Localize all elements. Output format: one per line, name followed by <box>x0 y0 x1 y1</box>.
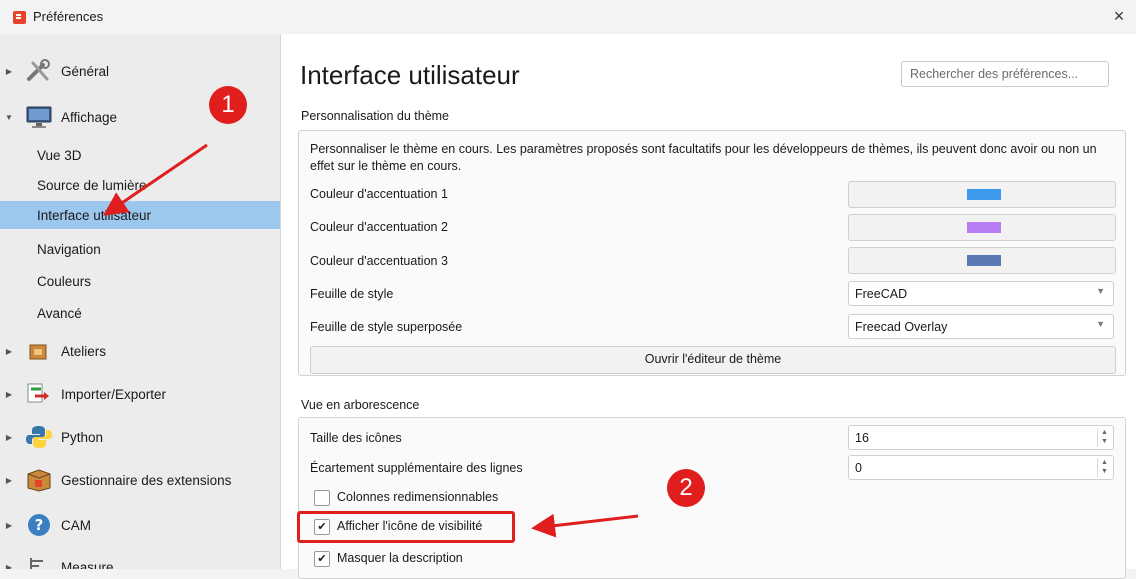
annotation-highlight-box <box>297 511 515 543</box>
sidebar-item-measure[interactable]: ▶ Measure <box>0 552 280 569</box>
sidebar-item-cam[interactable]: ▶ ? CAM <box>0 510 280 540</box>
hide-description-label: Masquer la description <box>337 551 463 565</box>
accent2-color-button[interactable] <box>848 214 1116 241</box>
main-panel: Interface utilisateur Personnalisation d… <box>281 34 1136 579</box>
sidebar-item-advanced[interactable]: Avancé <box>0 299 280 327</box>
sidebar-item-3d-view[interactable]: Vue 3D <box>0 141 280 169</box>
icon-size-label: Taille des icônes <box>310 431 402 445</box>
spin-arrows-icon[interactable]: ▲ ▼ <box>1097 458 1111 477</box>
sidebar-item-label: CAM <box>61 517 91 533</box>
close-button[interactable]: × <box>1108 5 1130 27</box>
python-icon <box>25 425 53 449</box>
measure-icon <box>25 555 53 569</box>
icon-size-spinbox[interactable]: 16 ▲ ▼ <box>848 425 1114 450</box>
overlay-stylesheet-select[interactable]: Freecad Overlay ▼ <box>848 314 1114 339</box>
tree-group-title: Vue en arborescence <box>301 398 420 412</box>
sidebar-item-python[interactable]: ▶ Python <box>0 422 280 452</box>
sidebar-item-label: Gestionnaire des extensions <box>61 472 232 488</box>
stylesheet-label: Feuille de style <box>310 287 394 301</box>
accent3-label: Couleur d'accentuation 3 <box>310 254 448 268</box>
stylesheet-value: FreeCAD <box>855 287 908 301</box>
sidebar-item-addon-manager[interactable]: ▶ Gestionnaire des extensions <box>0 465 280 495</box>
resizable-columns-label: Colonnes redimensionnables <box>337 490 499 504</box>
resizable-columns-checkbox[interactable] <box>314 490 330 506</box>
sidebar-item-label: Measure <box>61 559 114 570</box>
sidebar-item-label: Couleurs <box>37 273 92 289</box>
addon-box-icon <box>25 468 53 492</box>
sidebar-item-label: Avancé <box>37 305 82 321</box>
accent1-label: Couleur d'accentuation 1 <box>310 187 448 201</box>
annotation-badge-2: 2 <box>667 469 705 507</box>
expand-arrow-icon[interactable]: ▶ <box>3 67 15 76</box>
search-input[interactable] <box>901 61 1109 87</box>
freecad-logo-icon <box>13 11 26 24</box>
help-circle-icon: ? <box>25 513 53 537</box>
accent1-swatch <box>967 189 1001 200</box>
sidebar-item-import-export[interactable]: ▶ Importer/Exporter <box>0 379 280 409</box>
accent2-label: Couleur d'accentuation 2 <box>310 220 448 234</box>
sidebar-item-light-source[interactable]: Source de lumière <box>0 171 280 199</box>
svg-text:?: ? <box>35 516 44 534</box>
window-title: Préférences <box>33 9 104 24</box>
sidebar-item-colors[interactable]: Couleurs <box>0 267 280 295</box>
sidebar-item-workbenches[interactable]: ▶ Ateliers <box>0 336 280 366</box>
sidebar-item-label: Interface utilisateur <box>37 207 152 223</box>
expand-arrow-icon[interactable]: ▶ <box>3 563 15 570</box>
row-spacing-value: 0 <box>855 461 862 475</box>
overlay-stylesheet-label: Feuille de style superposée <box>310 320 463 334</box>
theme-group-title: Personnalisation du thème <box>301 109 450 123</box>
expand-arrow-icon[interactable]: ▶ <box>3 390 15 399</box>
sidebar-item-label: Navigation <box>37 241 101 257</box>
open-theme-editor-button[interactable]: Ouvrir l'éditeur de thème <box>310 346 1116 374</box>
workbench-icon <box>25 339 53 363</box>
sidebar-item-label: Affichage <box>61 109 118 125</box>
accent3-color-button[interactable] <box>848 247 1116 274</box>
chevron-down-icon: ▼ <box>1096 286 1105 296</box>
chevron-down-icon: ▼ <box>1096 319 1105 329</box>
overlay-stylesheet-value: Freecad Overlay <box>855 320 948 334</box>
sidebar-item-label: Python <box>61 429 104 445</box>
accent3-swatch <box>967 255 1001 266</box>
sidebar-item-label: Général <box>61 63 110 79</box>
expand-arrow-icon[interactable]: ▶ <box>3 433 15 442</box>
accent1-color-button[interactable] <box>848 181 1116 208</box>
sidebar-item-navigation[interactable]: Navigation <box>0 235 280 263</box>
sidebar-item-label: Ateliers <box>61 343 107 359</box>
spin-arrows-icon[interactable]: ▲ ▼ <box>1097 428 1111 447</box>
sidebar-item-label: Source de lumière <box>37 177 147 193</box>
hide-description-checkbox[interactable]: ✔ <box>314 551 330 567</box>
row-spacing-spinbox[interactable]: 0 ▲ ▼ <box>848 455 1114 480</box>
stylesheet-select[interactable]: FreeCAD ▼ <box>848 281 1114 306</box>
theme-description: Personnaliser le thème en cours. Les par… <box>310 142 1097 173</box>
expand-arrow-icon[interactable]: ▶ <box>3 521 15 530</box>
row-spacing-label: Écartement supplémentaire des lignes <box>310 461 523 475</box>
accent2-swatch <box>967 222 1001 233</box>
title-bar: Préférences × <box>0 0 1136 34</box>
monitor-icon <box>25 105 53 129</box>
sidebar-item-user-interface[interactable]: Interface utilisateur <box>0 201 280 229</box>
tools-icon <box>25 59 53 83</box>
import-export-icon <box>25 382 53 406</box>
collapse-arrow-icon[interactable]: ▼ <box>3 113 15 122</box>
sidebar-item-general[interactable]: ▶ Général <box>0 56 280 86</box>
sidebar-item-label: Importer/Exporter <box>61 386 167 402</box>
sidebar-item-label: Vue 3D <box>37 147 82 163</box>
expand-arrow-icon[interactable]: ▶ <box>3 347 15 356</box>
expand-arrow-icon[interactable]: ▶ <box>3 476 15 485</box>
icon-size-value: 16 <box>855 431 869 445</box>
annotation-badge-1: 1 <box>209 86 247 124</box>
page-title: Interface utilisateur <box>300 60 520 90</box>
